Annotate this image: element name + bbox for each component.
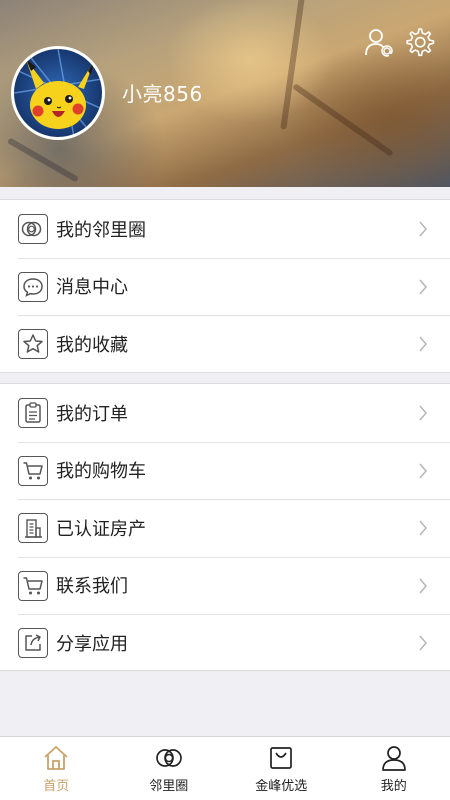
menu-item-cart[interactable]: 我的购物车 (0, 441, 450, 500)
tab-neighborhood[interactable]: 邻里圈 (113, 737, 226, 800)
cart-icon (18, 570, 48, 601)
tab-label: 邻里圈 (149, 779, 189, 794)
chevron-right-icon (419, 405, 428, 421)
chevron-right-icon (419, 577, 428, 594)
bottom-tab-bar: 首页 邻里圈 金峰优选 我的 (0, 736, 450, 800)
pikachu-avatar-icon (14, 49, 102, 137)
tab-home[interactable]: 首页 (0, 737, 113, 800)
menu-item-label: 联系我们 (56, 576, 128, 598)
user-at-icon[interactable] (363, 26, 395, 58)
menu-group-1: 我的邻里圈 消息中心 我的收藏 (0, 199, 450, 373)
profile-header: 小亮856 (0, 0, 450, 187)
menu-item-label: 已认证房产 (56, 518, 146, 540)
menu-item-label: 消息中心 (56, 277, 128, 299)
menu-item-label: 我的购物车 (56, 461, 146, 483)
settings-gear-icon[interactable] (403, 26, 435, 58)
clipboard-icon (18, 398, 48, 428)
star-icon (18, 329, 48, 359)
menu-item-label: 分享应用 (56, 633, 128, 655)
menu-item-neighborhood[interactable]: 我的邻里圈 (0, 200, 450, 258)
home-icon (44, 746, 68, 770)
menu-item-label: 我的收藏 (56, 334, 128, 356)
menu-item-messages[interactable]: 消息中心 (0, 257, 450, 316)
chevron-right-icon (419, 520, 428, 536)
share-icon (18, 628, 48, 658)
person-icon (381, 746, 406, 771)
tab-mine[interactable]: 我的 (338, 737, 450, 800)
background-decoration (280, 0, 306, 130)
tab-label: 金峰优选 (255, 779, 308, 794)
chevron-right-icon (419, 278, 428, 295)
cart-icon (18, 455, 48, 486)
chevron-right-icon (419, 635, 428, 651)
chevron-right-icon (419, 462, 428, 479)
rings-icon (155, 749, 182, 767)
background-decoration (292, 83, 394, 157)
menu-item-label: 我的邻里圈 (56, 219, 146, 241)
username: 小亮856 (122, 82, 203, 106)
tab-selected-goods[interactable]: 金峰优选 (225, 737, 338, 800)
menu-group-2: 我的订单 我的购物车 已认证房产 联系我们 分享应用 (0, 383, 450, 671)
building-icon (18, 513, 48, 543)
tab-label: 首页 (43, 779, 70, 794)
menu-item-property[interactable]: 已认证房产 (0, 499, 450, 557)
menu-item-orders[interactable]: 我的订单 (0, 384, 450, 442)
chevron-right-icon (419, 336, 428, 352)
menu-item-contact[interactable]: 联系我们 (0, 556, 450, 615)
menu-item-share[interactable]: 分享应用 (0, 614, 450, 672)
chevron-right-icon (419, 221, 428, 237)
message-icon (18, 271, 48, 302)
avatar[interactable] (11, 46, 105, 140)
tab-label: 我的 (380, 779, 407, 794)
menu-item-label: 我的订单 (56, 403, 128, 425)
bag-icon (270, 747, 293, 769)
menu-item-favorites[interactable]: 我的收藏 (0, 315, 450, 373)
rings-icon (18, 214, 48, 244)
background-decoration (6, 137, 80, 183)
